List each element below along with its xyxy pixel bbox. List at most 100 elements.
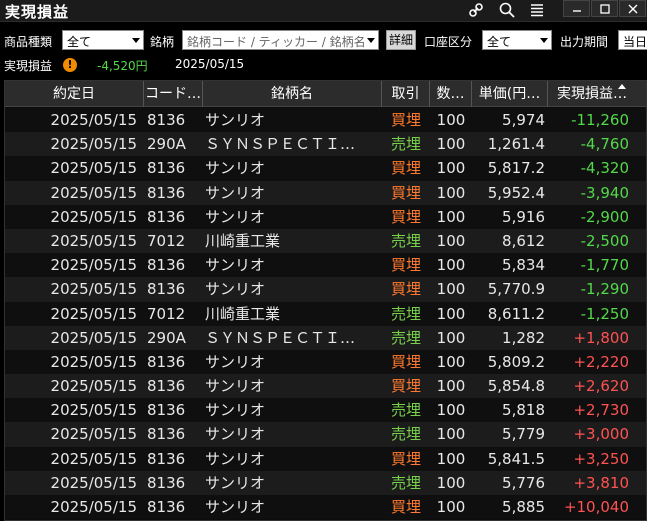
column-header-qty[interactable]: 数… xyxy=(430,81,472,107)
cell-side: 買埋 xyxy=(390,352,421,371)
minimize-icon[interactable] xyxy=(563,0,590,17)
cell-code: 8136 xyxy=(147,401,186,420)
maximize-icon[interactable] xyxy=(591,0,618,17)
realized-pnl-table: 約定日 コード… 銘柄名 取引 数… 単価(円… 実現損益… 2025/05/1… xyxy=(4,80,647,521)
cell-code: 8136 xyxy=(147,473,186,492)
table-row[interactable]: 2025/05/15 8136 サンリオ 買埋 100 5,952.4 -3,940 xyxy=(5,180,646,205)
cell-pnl: -1,250 xyxy=(580,304,629,323)
table-row[interactable]: 2025/05/15 290A ＳＹＮＳＰＥＣＴＩ… 売埋 100 1,261.4 -4,7… xyxy=(5,132,646,157)
cell-date: 2025/05/15 xyxy=(50,473,137,492)
product-type-select[interactable]: 全て xyxy=(62,30,144,50)
symbol-label: 銘柄 xyxy=(150,35,175,49)
cell-code: 8136 xyxy=(147,377,186,396)
cell-name: ＳＹＮＳＰＥＣＴＩ… xyxy=(205,135,356,154)
link-icon[interactable] xyxy=(464,0,488,20)
table-row[interactable]: 2025/05/15 7012 川崎重工業 売埋 100 8,612 -2,500 xyxy=(5,228,646,254)
table-row[interactable]: 2025/05/15 8136 サンリオ 買埋 100 5,834 -1,770 xyxy=(5,253,646,278)
column-header-code[interactable]: コード… xyxy=(144,81,203,107)
cell-price: 5,809.2 xyxy=(487,352,545,371)
search-icon[interactable] xyxy=(495,0,519,20)
cell-name: サンリオ xyxy=(205,377,266,396)
cell-date: 2025/05/15 xyxy=(50,231,137,250)
table-row[interactable]: 2025/05/15 290A ＳＹＮＳＰＥＣＴＩ… 売埋 100 1,282 +1,800 xyxy=(5,325,646,350)
table-row[interactable]: 2025/05/15 8136 サンリオ 買埋 100 5,974 -11,260 xyxy=(5,108,646,133)
cell-price: 5,841.5 xyxy=(487,449,545,468)
column-header-price[interactable]: 単価(円… xyxy=(472,81,548,107)
cell-date: 2025/05/15 xyxy=(50,401,137,420)
cell-pnl: +3,250 xyxy=(573,449,629,468)
cell-date: 2025/05/15 xyxy=(50,425,137,444)
table-row[interactable]: 2025/05/15 8136 サンリオ 買埋 100 5,770.9 -1,290 xyxy=(5,277,646,302)
output-period-label: 出力期間 xyxy=(560,35,609,49)
cell-price: 1,282 xyxy=(502,328,545,347)
table-row[interactable]: 2025/05/15 8136 サンリオ 買埋 100 5,885 +10,040 xyxy=(5,495,646,520)
cell-price: 5,770.9 xyxy=(487,280,545,299)
cell-side: 売埋 xyxy=(390,231,421,250)
table-row[interactable]: 2025/05/15 8136 サンリオ 売埋 100 5,818 +2,730 xyxy=(5,398,646,423)
cell-code: 8136 xyxy=(147,498,186,516)
table-row[interactable]: 2025/05/15 8136 サンリオ 買埋 100 5,817.2 -4,320 xyxy=(5,156,646,181)
cell-qty: 100 xyxy=(436,473,466,492)
cell-code: 8136 xyxy=(147,449,186,468)
cell-name: ＳＹＮＳＰＥＣＴＩ… xyxy=(205,328,356,347)
cell-price: 5,854.8 xyxy=(487,377,545,396)
column-header-pnl[interactable]: 実現損益… xyxy=(548,81,636,107)
warning-icon[interactable]: ! xyxy=(63,58,77,72)
output-period-select[interactable]: 当日 xyxy=(618,30,647,50)
cell-date: 2025/05/15 xyxy=(50,328,137,347)
cell-code: 8136 xyxy=(147,159,186,178)
cell-date: 2025/05/15 xyxy=(50,280,137,299)
chevron-down-icon xyxy=(540,38,548,43)
table-row[interactable]: 2025/05/15 8136 サンリオ 売埋 100 5,776 +3,810 xyxy=(5,470,646,495)
table-row[interactable]: 2025/05/15 8136 サンリオ 買埋 100 5,809.2 +2,220 xyxy=(5,349,646,375)
cell-side: 買埋 xyxy=(390,111,421,129)
cell-name: サンリオ xyxy=(205,425,266,444)
cell-qty: 100 xyxy=(436,135,466,154)
table-row[interactable]: 2025/05/15 8136 サンリオ 買埋 100 5,916 -2,900 xyxy=(5,204,646,229)
cell-qty: 100 xyxy=(436,304,466,323)
summary-bar: 実現損益 ! -4,520円 2025/05/15 xyxy=(0,56,647,74)
detail-button[interactable]: 詳細 xyxy=(386,30,416,50)
cell-pnl: -1,290 xyxy=(580,280,629,299)
chevron-down-icon xyxy=(367,38,375,43)
table-row[interactable]: 2025/05/15 8136 サンリオ 売埋 100 5,779 +3,000 xyxy=(5,422,646,447)
cell-pnl: +2,730 xyxy=(573,401,629,420)
window-title: 実現損益 xyxy=(5,3,70,21)
cell-side: 売埋 xyxy=(390,304,421,323)
cell-name: サンリオ xyxy=(205,352,266,371)
column-header-date[interactable]: 約定日 xyxy=(5,81,144,107)
cell-date: 2025/05/15 xyxy=(50,111,137,129)
cell-pnl: +1,800 xyxy=(573,328,629,347)
table-row[interactable]: 2025/05/15 7012 川崎重工業 売埋 100 8,611.2 -1,250 xyxy=(5,301,646,326)
cell-code: 7012 xyxy=(147,231,186,250)
cell-pnl: -1,770 xyxy=(580,256,629,275)
cell-date: 2025/05/15 xyxy=(50,498,137,516)
cell-pnl: -11,260 xyxy=(571,111,629,129)
cell-qty: 100 xyxy=(436,111,466,129)
cell-date: 2025/05/15 xyxy=(50,159,137,178)
cell-price: 5,952.4 xyxy=(487,183,545,202)
cell-qty: 100 xyxy=(436,159,466,178)
summary-date: 2025/05/15 xyxy=(175,57,245,71)
cell-pnl: -4,320 xyxy=(580,159,629,178)
cell-name: サンリオ xyxy=(205,280,266,299)
summary-value: -4,520円 xyxy=(97,59,148,73)
column-header-side[interactable]: 取引 xyxy=(382,81,430,107)
cell-code: 290A xyxy=(147,328,186,347)
table-row[interactable]: 2025/05/15 8136 サンリオ 買埋 100 5,854.8 +2,620 xyxy=(5,374,646,399)
column-header-name[interactable]: 銘柄名 xyxy=(203,81,382,107)
cell-name: サンリオ xyxy=(205,401,266,420)
cell-code: 8136 xyxy=(147,111,186,129)
symbol-search-input[interactable]: 銘柄コード / ティッカー / 銘柄名 xyxy=(182,30,379,50)
cell-name: 川崎重工業 xyxy=(205,304,281,323)
cell-pnl: -3,940 xyxy=(580,183,629,202)
chevron-down-icon xyxy=(132,38,140,43)
account-type-select[interactable]: 全て xyxy=(482,30,552,50)
sort-ascending-icon xyxy=(618,84,626,89)
cell-date: 2025/05/15 xyxy=(50,304,137,323)
close-icon[interactable] xyxy=(619,0,646,17)
cell-side: 売埋 xyxy=(390,135,421,154)
menu-icon[interactable] xyxy=(525,0,549,20)
table-row[interactable]: 2025/05/15 8136 サンリオ 買埋 100 5,841.5 +3,250 xyxy=(5,446,646,471)
cell-qty: 100 xyxy=(436,401,466,420)
